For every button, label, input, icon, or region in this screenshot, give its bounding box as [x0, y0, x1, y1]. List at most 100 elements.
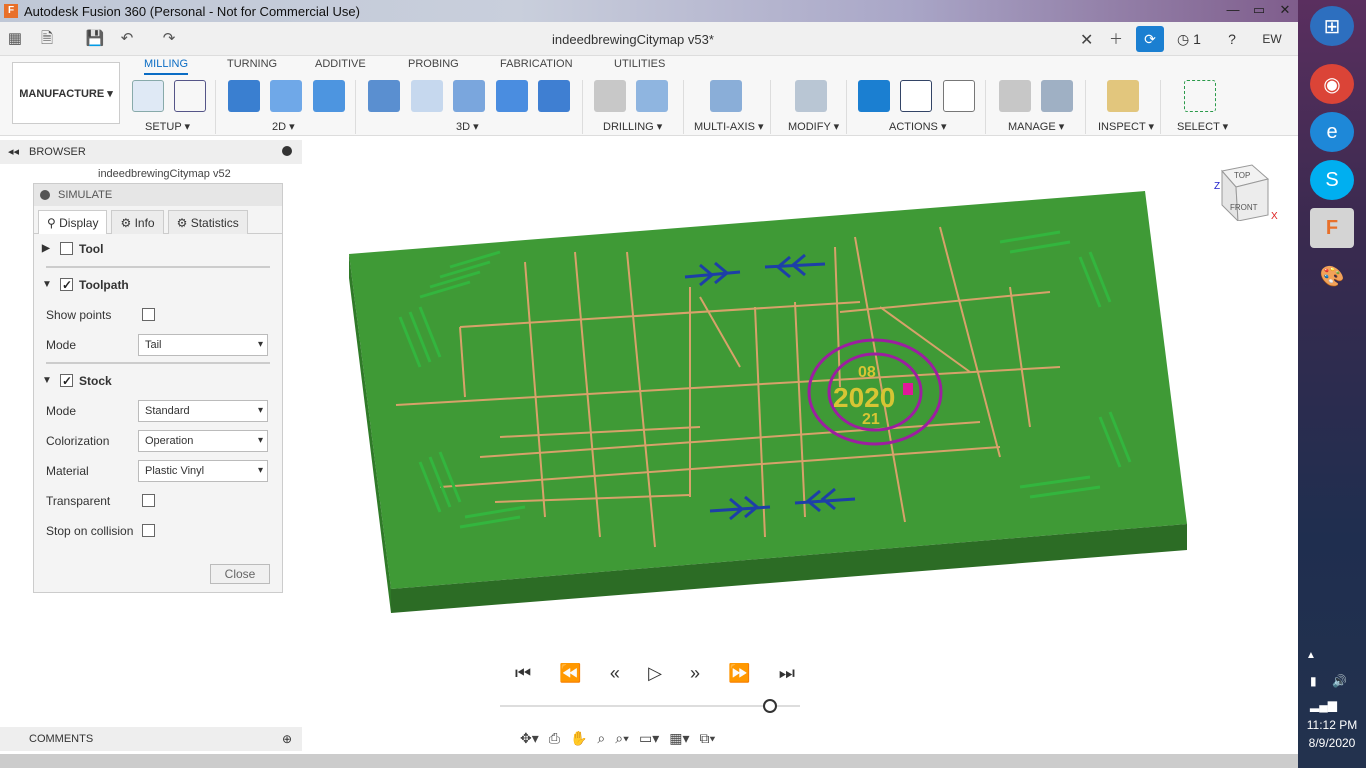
group-3d[interactable]: 3D ▾ [456, 120, 479, 133]
face-2d-icon[interactable] [228, 80, 260, 112]
pan-icon[interactable]: ✋ [570, 730, 587, 752]
parallel-3d-icon[interactable] [453, 80, 485, 112]
minimize-button[interactable]: — [1220, 0, 1246, 20]
pocket-3d-icon[interactable] [411, 80, 443, 112]
stop-on-collision-checkbox[interactable] [142, 524, 155, 537]
chrome-icon[interactable]: ◉ [1310, 64, 1354, 104]
contour-2d-icon[interactable] [313, 80, 345, 112]
maximize-button[interactable]: ▭ [1246, 0, 1272, 20]
add-comment-icon[interactable]: ⊕ [282, 732, 292, 746]
look-at-icon[interactable]: ⎙ [549, 730, 560, 752]
fusion360-taskbar-icon[interactable]: F [1310, 208, 1354, 248]
tab-info[interactable]: ⚙ Info [111, 210, 164, 234]
group-multi-axis[interactable]: MULTI-AXIS ▾ [694, 120, 764, 133]
job-status-button[interactable]: ◷ 1 [1172, 26, 1206, 52]
fit-icon[interactable]: ⌕▾ [615, 730, 629, 752]
nc-program-icon[interactable] [174, 80, 206, 112]
viewports-icon[interactable]: ⧉▾ [700, 730, 716, 752]
simulate-header[interactable]: SIMULATE [34, 184, 282, 206]
toolpath-mode-select[interactable]: Tail [138, 334, 268, 356]
extensions-icon[interactable]: ⟳ [1136, 26, 1164, 52]
group-modify[interactable]: MODIFY ▾ [788, 120, 839, 133]
post-process-icon[interactable] [900, 80, 932, 112]
multi-axis-icon[interactable] [710, 80, 742, 112]
comments-panel-header[interactable]: COMMENTS ⊕ [0, 727, 302, 751]
play-icon[interactable]: ▷ [648, 663, 662, 684]
pocket-2d-icon[interactable] [270, 80, 302, 112]
collapse-toolpath-icon[interactable]: ▼ [42, 270, 52, 300]
skip-to-end-icon[interactable]: ⏭ [779, 663, 795, 684]
tool-checkbox[interactable] [60, 242, 73, 255]
workspace-switcher[interactable]: MANUFACTURE ▾ [12, 62, 120, 124]
tab-utilities[interactable]: UTILITIES [614, 58, 665, 70]
stock-section[interactable]: ▼ Stock [34, 366, 282, 396]
tab-display[interactable]: ⚲ Display [38, 210, 108, 234]
document-tab-title[interactable]: indeedbrewingCitymap v53* [552, 32, 714, 47]
contour-3d-icon[interactable] [538, 80, 570, 112]
save-icon[interactable]: 💾 [84, 28, 106, 50]
group-actions[interactable]: ACTIONS ▾ [889, 120, 946, 133]
select-window-icon[interactable] [1184, 80, 1216, 112]
volume-icon[interactable]: 🔊 [1332, 674, 1347, 688]
new-tab-icon[interactable]: ＋ [1102, 26, 1130, 52]
close-document-icon[interactable]: ✕ [1080, 30, 1093, 50]
grid-menu-icon[interactable]: ▦ [4, 28, 26, 50]
previous-operation-icon[interactable]: ⏪ [559, 663, 581, 684]
tab-milling[interactable]: MILLING [144, 58, 189, 75]
battery-icon[interactable]: ▮ [1310, 674, 1317, 688]
redo-icon[interactable]: ↷ [158, 28, 180, 50]
skype-icon[interactable]: S [1310, 160, 1354, 200]
tab-turning[interactable]: TURNING [227, 58, 277, 70]
measure-icon[interactable] [1107, 80, 1139, 112]
skip-to-start-icon[interactable]: ⏮ [515, 663, 531, 684]
show-points-checkbox[interactable] [142, 308, 155, 321]
machine-library-icon[interactable] [1041, 80, 1073, 112]
paint-icon[interactable]: 🎨 [1310, 256, 1354, 296]
simulation-timeline[interactable] [500, 705, 800, 707]
group-drilling[interactable]: DRILLING ▾ [603, 120, 662, 133]
tab-statistics[interactable]: ⚙ Statistics [167, 210, 248, 234]
display-settings-icon[interactable]: ▭▾ [639, 730, 659, 752]
tab-fabrication[interactable]: FABRICATION [500, 58, 573, 70]
help-icon[interactable]: ? [1218, 26, 1246, 52]
group-manage[interactable]: MANAGE ▾ [1008, 120, 1064, 133]
step-back-icon[interactable]: « [610, 663, 620, 684]
transparent-checkbox[interactable] [142, 494, 155, 507]
group-2d[interactable]: 2D ▾ [272, 120, 295, 133]
network-icon[interactable]: ▂▄▆ [1310, 698, 1337, 712]
modify-icon[interactable] [795, 80, 827, 112]
viewcube[interactable]: TOP FRONT X Z [1214, 159, 1278, 223]
browser-pin-icon[interactable] [282, 146, 292, 156]
undo-icon[interactable]: ↶ [116, 28, 138, 50]
edge-icon[interactable]: e [1310, 112, 1354, 152]
stock-mode-select[interactable]: Standard [138, 400, 268, 422]
scallop-3d-icon[interactable] [496, 80, 528, 112]
next-operation-icon[interactable]: ⏩ [728, 663, 750, 684]
browser-tree-root[interactable]: indeedbrewingCitymap v52 [20, 168, 282, 184]
drill-icon[interactable] [594, 80, 626, 112]
expand-tool-icon[interactable]: ▶ [42, 234, 50, 264]
orbit-icon[interactable]: ✥▾ [520, 730, 539, 752]
simulate-collapse-icon[interactable] [40, 190, 50, 200]
horizontal-scrollbar[interactable] [0, 754, 1298, 768]
taskbar-clock[interactable]: 11:12 PM 8/9/2020 [1298, 716, 1366, 752]
tray-expand-icon[interactable]: ▲ [1306, 650, 1316, 661]
browser-panel-header[interactable]: ◂◂ BROWSER [0, 140, 302, 164]
group-inspect[interactable]: INSPECT ▾ [1098, 120, 1154, 133]
collapse-stock-icon[interactable]: ▼ [42, 366, 52, 396]
step-forward-icon[interactable]: » [690, 663, 700, 684]
close-window-button[interactable]: ✕ [1272, 0, 1298, 20]
tool-library-icon[interactable] [999, 80, 1031, 112]
collapse-browser-icon[interactable]: ◂◂ [8, 145, 19, 158]
file-menu-icon[interactable]: 🗎 [36, 28, 58, 50]
zoom-icon[interactable]: ⌕ [597, 730, 605, 752]
colorization-select[interactable]: Operation [138, 430, 268, 452]
start-button-icon[interactable]: ⊞ [1310, 6, 1354, 46]
bore-icon[interactable] [636, 80, 668, 112]
toolpath-checkbox[interactable] [60, 270, 73, 300]
tab-probing[interactable]: PROBING [408, 58, 459, 70]
tool-section[interactable]: ▶ Tool [34, 234, 282, 264]
timeline-slider-thumb[interactable] [763, 699, 777, 713]
close-button[interactable]: Close [210, 564, 270, 584]
group-select[interactable]: SELECT ▾ [1177, 120, 1228, 133]
